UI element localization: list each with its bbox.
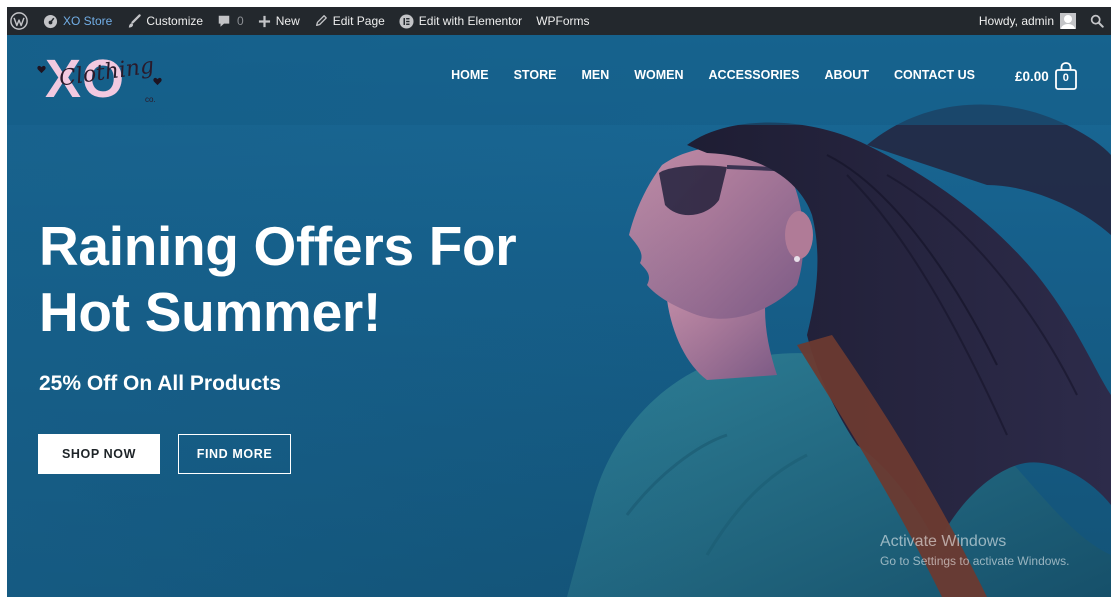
wpforms-label: WPForms xyxy=(536,14,590,28)
brush-icon xyxy=(129,13,142,28)
find-more-button[interactable]: FIND MORE xyxy=(178,434,291,474)
site-name-label: XO Store xyxy=(63,14,113,28)
wordpress-icon xyxy=(10,12,28,30)
logo-suffix: co. xyxy=(145,95,156,104)
nav-item-accessories[interactable]: ACCESSORIES xyxy=(709,68,800,82)
heart-icon xyxy=(153,77,162,86)
admin-search-button[interactable] xyxy=(1083,7,1111,35)
admin-bar-secondary: Howdy, admin xyxy=(972,7,1111,35)
edit-with-elementor-link[interactable]: Edit with Elementor xyxy=(392,7,529,35)
site-header: XO Clothing co. HOME STORE MEN WOMEN ACC… xyxy=(7,35,1111,125)
shopping-bag-icon: 0 xyxy=(1053,61,1079,91)
elementor-icon xyxy=(399,13,414,29)
site-logo[interactable]: XO Clothing co. xyxy=(33,45,163,111)
edit-with-elementor-label: Edit with Elementor xyxy=(418,14,523,28)
wp-admin-bar: XO Store Customize 0 New Edit Page Edit … xyxy=(7,7,1111,35)
comments-count: 0 xyxy=(237,14,244,28)
cart-button[interactable]: £0.00 0 xyxy=(1015,61,1079,91)
wpforms-menu[interactable]: WPForms xyxy=(529,7,596,35)
dashboard-icon xyxy=(43,14,58,28)
comment-bubble-icon xyxy=(218,15,230,27)
hero-title: Raining Offers For Hot Summer! xyxy=(39,215,517,343)
nav-item-contact-us[interactable]: CONTACT US xyxy=(894,68,975,82)
nav-item-men[interactable]: MEN xyxy=(581,68,609,82)
customize-label: Customize xyxy=(146,14,204,28)
edit-page-label: Edit Page xyxy=(332,14,385,28)
plus-icon xyxy=(258,15,270,27)
customize-link[interactable]: Customize xyxy=(119,7,210,35)
site-name-menu[interactable]: XO Store xyxy=(36,7,119,35)
howdy-label: Howdy, admin xyxy=(978,14,1054,28)
main-navigation: HOME STORE MEN WOMEN ACCESSORIES ABOUT C… xyxy=(426,68,975,82)
my-account-menu[interactable]: Howdy, admin xyxy=(972,7,1083,35)
wp-logo-menu[interactable] xyxy=(7,7,36,35)
avatar-icon xyxy=(1060,13,1076,29)
nav-item-home[interactable]: HOME xyxy=(451,68,489,82)
shop-now-button[interactable]: SHOP NOW xyxy=(38,434,160,474)
pencil-icon xyxy=(315,15,327,27)
nav-item-about[interactable]: ABOUT xyxy=(825,68,869,82)
cart-total: £0.00 xyxy=(1015,68,1049,84)
nav-item-women[interactable]: WOMEN xyxy=(634,68,683,82)
nav-item-store[interactable]: STORE xyxy=(514,68,557,82)
browser-viewport: XO Store Customize 0 New Edit Page Edit … xyxy=(7,7,1111,597)
heart-icon xyxy=(37,65,46,74)
new-label: New xyxy=(275,14,300,28)
edit-page-link[interactable]: Edit Page xyxy=(307,7,392,35)
comments-link[interactable]: 0 xyxy=(210,7,251,35)
hero-subtitle: 25% Off On All Products xyxy=(39,372,281,395)
search-icon xyxy=(1090,14,1104,28)
cart-count: 0 xyxy=(1062,72,1069,84)
new-content-menu[interactable]: New xyxy=(251,7,307,35)
hero-banner: XO Clothing co. HOME STORE MEN WOMEN ACC… xyxy=(7,35,1111,597)
